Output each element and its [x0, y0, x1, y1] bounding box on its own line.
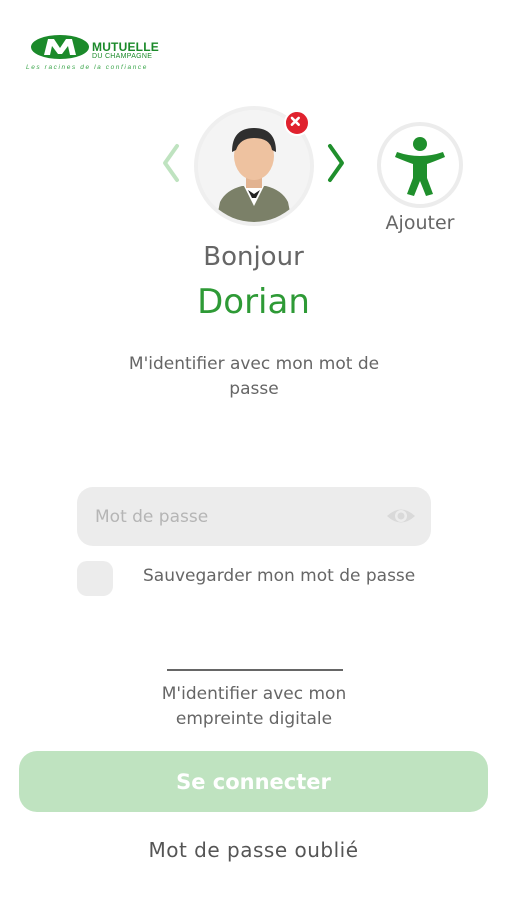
chevron-right-icon[interactable]: [320, 140, 350, 186]
brand-tagline: Les racines de la confiance: [26, 64, 148, 71]
connect-button[interactable]: Se connecter: [19, 751, 488, 812]
close-icon[interactable]: [284, 110, 310, 136]
divider: [167, 669, 343, 671]
greeting: Bonjour: [203, 242, 304, 272]
brand-name: MUTUELLE: [92, 40, 159, 54]
user-name: Dorian: [197, 282, 310, 322]
identify-with-password-option[interactable]: M'identifier avec mon mot de passe: [128, 352, 380, 402]
save-password-checkbox[interactable]: [77, 561, 113, 596]
password-field[interactable]: [77, 487, 431, 546]
accessibility-person-icon: [395, 137, 445, 196]
forgot-password-link[interactable]: Mot de passe oublié: [0, 838, 507, 862]
add-profile-label[interactable]: Ajouter: [364, 212, 476, 234]
save-password-label[interactable]: Sauvegarder mon mot de passe: [143, 566, 415, 586]
eye-icon[interactable]: [385, 503, 417, 529]
password-input[interactable]: [77, 487, 377, 546]
chevron-left-icon[interactable]: [157, 140, 187, 186]
identify-with-fingerprint-option[interactable]: M'identifier avec mon empreinte digitale: [138, 682, 370, 732]
brand-logo: MUTUELLE DU CHAMPAGNE Les racines de la …: [26, 33, 186, 73]
brand-subname: DU CHAMPAGNE: [92, 53, 153, 60]
logo-mark-icon: [31, 35, 89, 59]
add-profile-button[interactable]: [377, 122, 463, 208]
